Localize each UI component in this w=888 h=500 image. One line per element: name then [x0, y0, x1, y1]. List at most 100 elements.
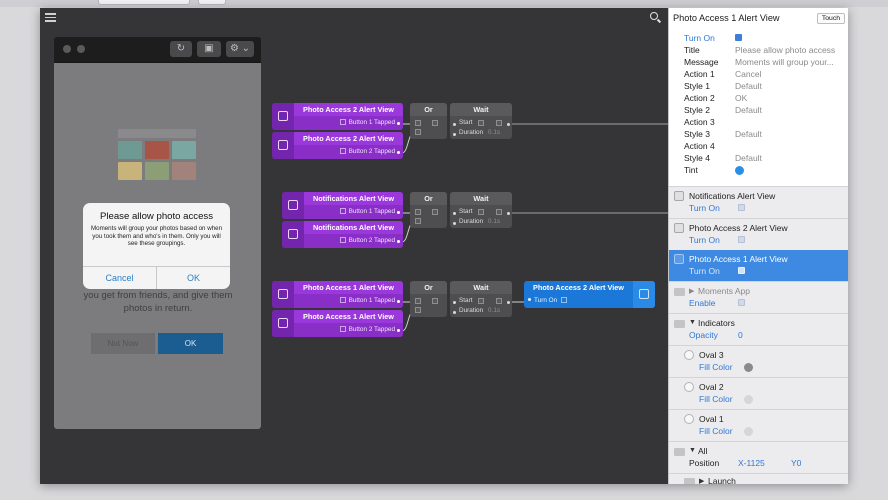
- inspector-header: Photo Access 1 Alert View Touch Turn On …: [669, 8, 848, 186]
- port-duration: Duration: [459, 218, 484, 225]
- top-strip-field: [98, 0, 190, 5]
- turn-on-checkbox[interactable]: [735, 34, 742, 41]
- layer-moments-app[interactable]: ▶ Moments App Enable: [669, 282, 848, 313]
- prop-value-style-2[interactable]: Default: [735, 105, 845, 115]
- prop-value-style-4[interactable]: Default: [735, 153, 845, 163]
- patch-or-3[interactable]: Or: [410, 281, 447, 317]
- prop-label-action-1: Action 1: [684, 69, 715, 79]
- prop-label-style-4: Style 4: [684, 153, 710, 163]
- prop-value-action-1[interactable]: Cancel: [735, 69, 845, 79]
- layer-launch[interactable]: ▶ Launch: [669, 474, 848, 484]
- port-start: Start: [459, 208, 473, 215]
- prop-value-message[interactable]: Moments will group your...: [735, 57, 845, 67]
- layer-checkbox[interactable]: [738, 204, 745, 211]
- layer-all[interactable]: ▼ All Position X-1125 Y0: [669, 442, 848, 473]
- disclosure-triangle-down-icon[interactable]: ▼: [689, 447, 696, 454]
- layer-name: Notifications Alert View: [689, 191, 776, 201]
- disclosure-triangle-icon[interactable]: ▶: [689, 287, 694, 295]
- prop-label-style-3: Style 3: [684, 129, 710, 139]
- prop-label-style-1: Style 1: [684, 81, 710, 91]
- patch-notifications-alert-view-b[interactable]: Notifications Alert View Button 2 Tapped: [282, 221, 403, 248]
- touch-button[interactable]: Touch: [816, 13, 845, 24]
- layer-oval-3[interactable]: Oval 3 Fill Color: [669, 346, 848, 377]
- layer-name: Photo Access 2 Alert View: [689, 223, 788, 233]
- layer-oval-1[interactable]: Oval 1 Fill Color: [669, 410, 848, 441]
- layer-oval-2[interactable]: Oval 2 Fill Color: [669, 378, 848, 409]
- layer-checkbox[interactable]: [738, 299, 745, 306]
- layer-name: Indicators: [698, 318, 735, 328]
- patch-title: Photo Access 2 Alert View: [533, 283, 624, 292]
- duration-value: 0.1s: [488, 307, 501, 314]
- patch-wait[interactable]: Wait Start Duration 0.1s: [450, 103, 512, 139]
- port-button-2-tapped: Button 2 Tapped: [348, 326, 395, 333]
- opacity-value[interactable]: 0: [738, 330, 743, 340]
- port-start: Start: [459, 119, 473, 126]
- window-top-strip: [0, 0, 888, 7]
- fill-color-swatch[interactable]: [744, 427, 753, 436]
- fill-color-swatch[interactable]: [744, 363, 753, 372]
- layer-sub: Turn On: [689, 235, 720, 245]
- layer-sub: Position: [689, 458, 720, 468]
- prop-value-style-3[interactable]: Default: [735, 129, 845, 139]
- duration-value: 0.1s: [488, 129, 501, 136]
- port-turn-on: Turn On: [534, 297, 558, 304]
- prop-label-action-4: Action 4: [684, 141, 715, 151]
- patch-photo-access-2-turn-on[interactable]: Photo Access 2 Alert View Turn On: [524, 281, 655, 308]
- position-y-value[interactable]: Y0: [791, 458, 801, 468]
- prop-value-title[interactable]: Please allow photo access: [735, 45, 845, 55]
- patch-wait-3[interactable]: Wait Start Duration 0.1s: [450, 281, 512, 317]
- patch-or[interactable]: Or: [410, 103, 447, 139]
- prop-label-tint: Tint: [684, 165, 698, 175]
- port-duration: Duration: [459, 307, 484, 314]
- layer-checkbox[interactable]: [738, 267, 745, 274]
- fill-color-swatch[interactable]: [744, 395, 753, 404]
- prop-label-action-2: Action 2: [684, 93, 715, 103]
- tint-swatch[interactable]: [735, 166, 744, 175]
- layer-indicators[interactable]: ▼ Indicators Opacity 0: [669, 314, 848, 345]
- prop-label-style-2: Style 2: [684, 105, 710, 115]
- patch-title: Notifications Alert View: [304, 192, 403, 205]
- layer-name: Launch: [708, 476, 736, 484]
- patch-title: Photo Access 2 Alert View: [294, 132, 403, 145]
- patch-or-2[interactable]: Or: [410, 192, 447, 228]
- layer-name: Moments App: [698, 286, 750, 296]
- patch-photo-access-1-alert-view-b[interactable]: Photo Access 1 Alert View Button 2 Tappe…: [272, 310, 403, 337]
- layer-sub: Fill Color: [699, 362, 733, 372]
- or-title: Or: [410, 281, 447, 294]
- layer-name: All: [698, 446, 708, 456]
- layer-photo-access-1-alert-view-selected[interactable]: Photo Access 1 Alert View Turn On: [669, 250, 848, 281]
- layer-sub: Turn On: [689, 203, 720, 213]
- prop-label-action-3: Action 3: [684, 117, 715, 127]
- port-button-2-tapped: Button 2 Tapped: [348, 148, 395, 155]
- layer-name: Oval 1: [699, 414, 724, 424]
- prop-turn-on[interactable]: Turn On: [684, 33, 715, 43]
- patch-photo-access-2-alert-view-b[interactable]: Photo Access 2 Alert View Button 2 Tappe…: [272, 132, 403, 159]
- port-button-1-tapped: Button 1 Tapped: [348, 208, 395, 215]
- prop-value-style-1[interactable]: Default: [735, 81, 845, 91]
- patch-photo-access-1-alert-view[interactable]: Photo Access 1 Alert View Button 1 Tappe…: [272, 281, 403, 308]
- patch-wait-2[interactable]: Wait Start Duration 0.1s: [450, 192, 512, 228]
- layer-notifications-alert-view[interactable]: Notifications Alert View Turn On: [669, 187, 848, 218]
- or-title: Or: [410, 192, 447, 205]
- port-button-1-tapped: Button 1 Tapped: [348, 119, 395, 126]
- patch-photo-access-2-alert-view[interactable]: Photo Access 2 Alert View Button 1 Tappe…: [272, 103, 403, 130]
- disclosure-triangle-icon[interactable]: ▶: [699, 477, 704, 484]
- position-x-value[interactable]: X-1125: [738, 458, 765, 468]
- layer-name: Photo Access 1 Alert View: [689, 254, 788, 264]
- patch-editor-canvas[interactable]: ↻ ▣ ⚙ ⌄ T t: [40, 8, 668, 484]
- disclosure-triangle-down-icon[interactable]: ▼: [689, 319, 696, 326]
- top-strip-button: [198, 0, 226, 5]
- layer-name: Oval 3: [699, 350, 724, 360]
- layer-photo-access-2-alert-view[interactable]: Photo Access 2 Alert View Turn On: [669, 219, 848, 250]
- port-duration: Duration: [459, 129, 484, 136]
- layer-checkbox[interactable]: [738, 236, 745, 243]
- prop-value-action-2[interactable]: OK: [735, 93, 845, 103]
- layer-sub: Turn On: [689, 266, 720, 276]
- layer-sub: Opacity: [689, 330, 718, 340]
- wait-title: Wait: [450, 192, 512, 205]
- layer-sub: Enable: [689, 298, 716, 308]
- prop-label-message: Message: [684, 57, 719, 67]
- patch-notifications-alert-view[interactable]: Notifications Alert View Button 1 Tapped: [282, 192, 403, 219]
- port-button-2-tapped: Button 2 Tapped: [348, 237, 395, 244]
- layer-sub: Fill Color: [699, 394, 733, 404]
